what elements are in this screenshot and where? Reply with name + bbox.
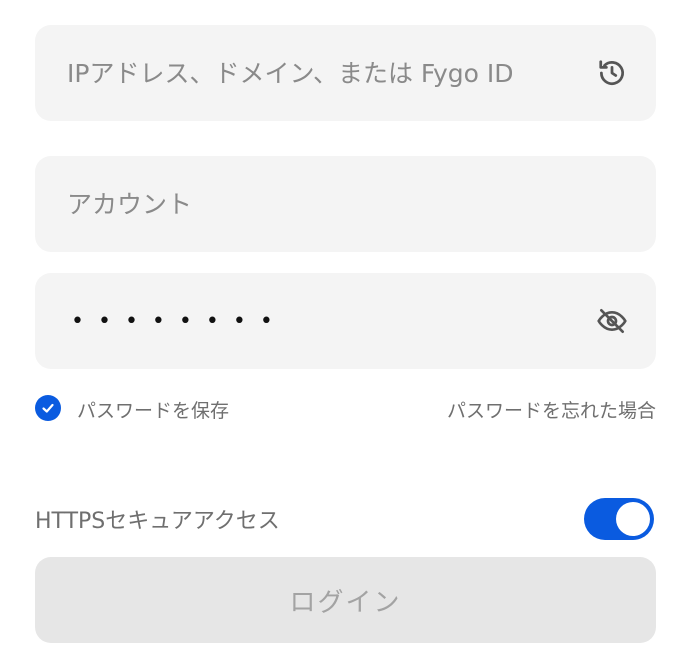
server-address-field[interactable] [35, 25, 656, 121]
server-address-input[interactable] [67, 25, 587, 121]
toggle-knob [616, 502, 650, 536]
forgot-password-link[interactable]: パスワードを忘れた場合 [447, 396, 656, 423]
remember-password-label[interactable]: パスワードを保存 [77, 396, 229, 423]
remember-password-checkbox[interactable] [35, 395, 61, 421]
password-field[interactable]: •••••••• [35, 273, 656, 369]
https-access-label: HTTPSセキュアアクセス [35, 509, 280, 534]
account-input[interactable] [67, 156, 587, 252]
login-button[interactable]: ログイン [35, 557, 656, 643]
https-access-toggle[interactable] [584, 498, 654, 540]
password-masked-value[interactable]: •••••••• [71, 273, 287, 369]
checkmark-icon [42, 403, 54, 413]
account-field[interactable] [35, 156, 656, 252]
remember-row: パスワードを保存 パスワードを忘れた場合 [35, 390, 656, 426]
history-icon[interactable] [596, 57, 628, 89]
eye-off-icon[interactable] [596, 305, 628, 337]
